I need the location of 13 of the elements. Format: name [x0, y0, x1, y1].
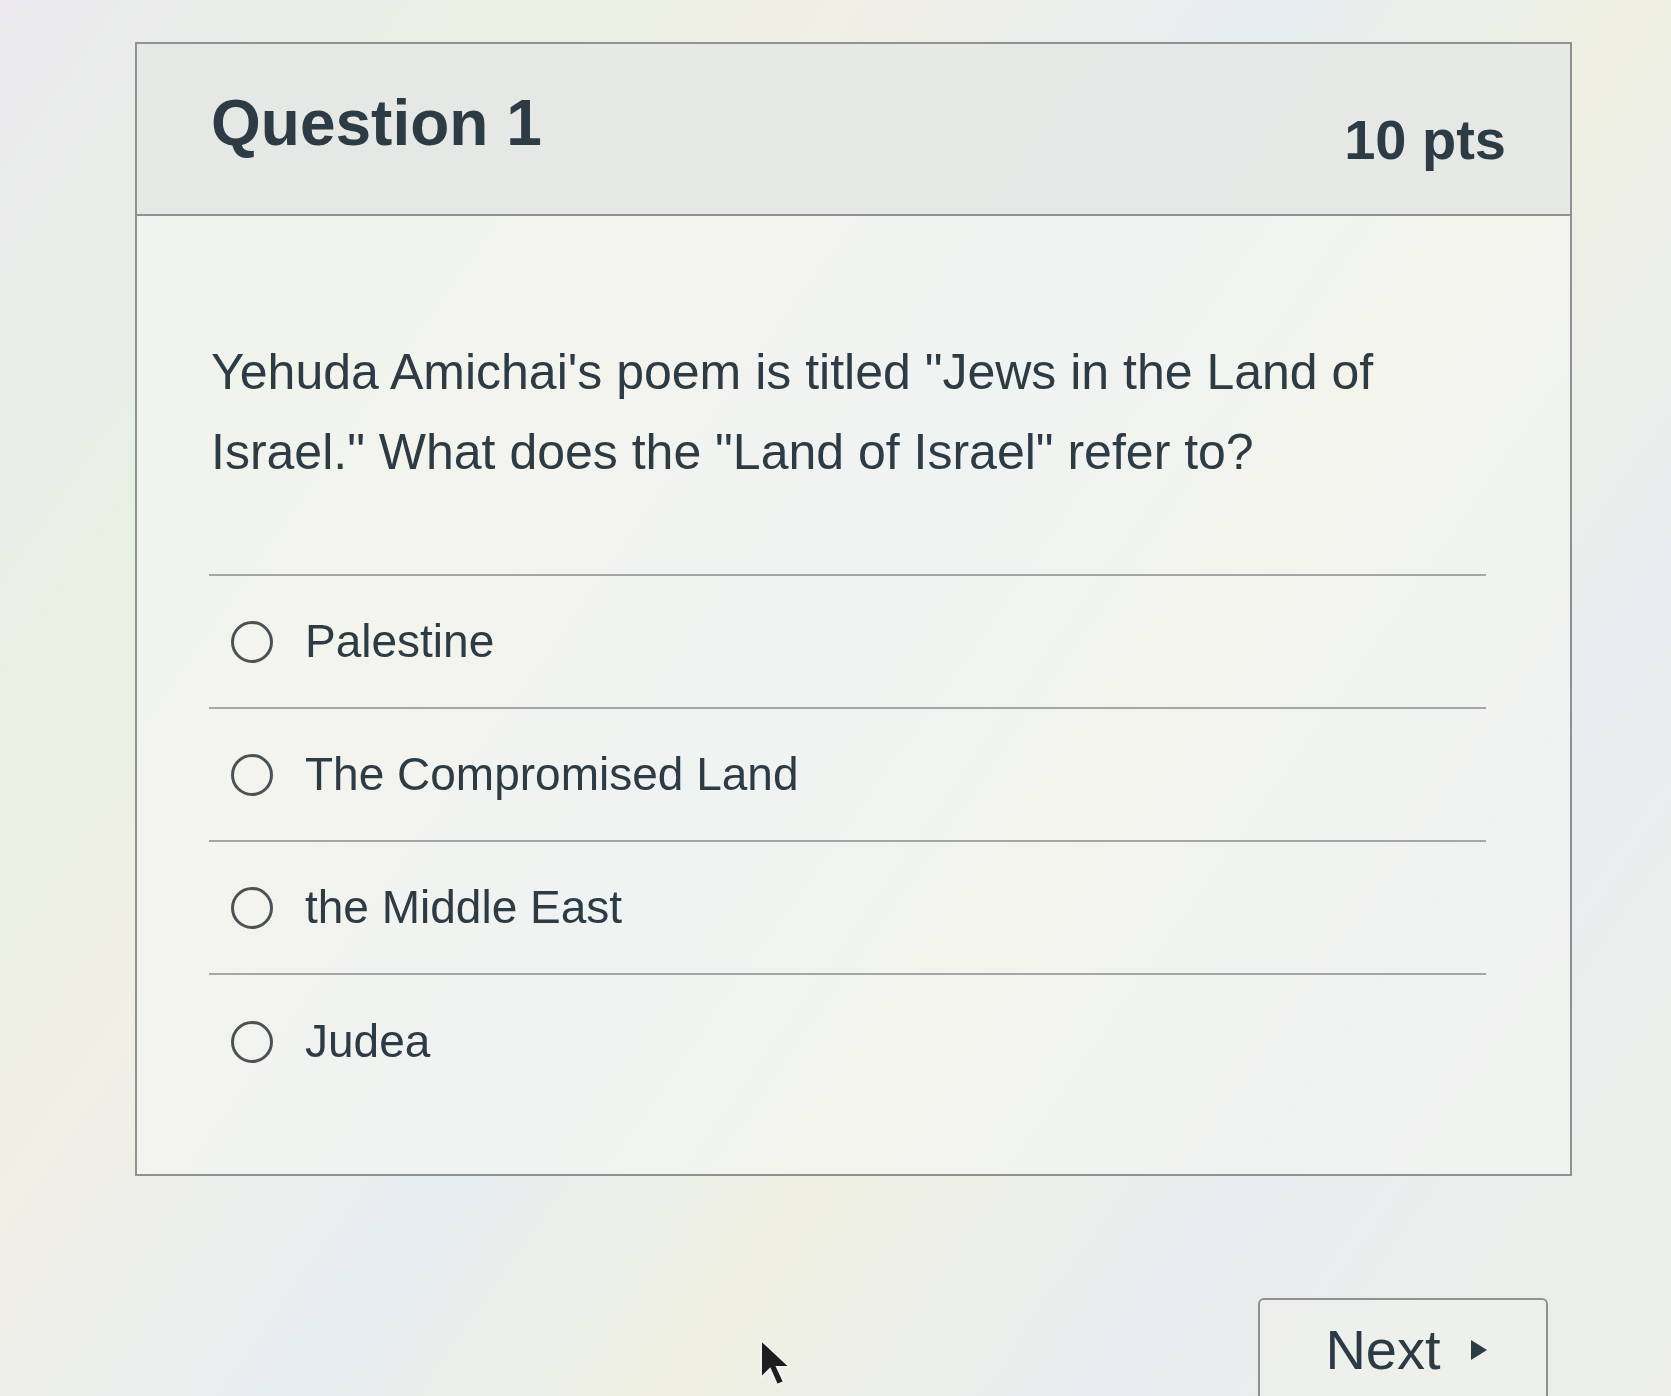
pointer-cursor-icon: [759, 1338, 795, 1388]
question-text: Yehuda Amichai's poem is titled "Jews in the Land of Israel." What does the "Land of Israel" refer to?: [211, 343, 1375, 482]
radio-button[interactable]: [231, 886, 273, 929]
play-triangle-icon: [1470, 1340, 1487, 1360]
answer-label[interactable]: The Compromised Land: [305, 746, 799, 803]
question-title: Question 1: [211, 91, 542, 161]
answer-label[interactable]: Palestine: [305, 613, 495, 670]
radio-button[interactable]: [231, 620, 273, 663]
answer-label[interactable]: Judea: [305, 1013, 431, 1070]
next-button[interactable]: Next: [1258, 1298, 1548, 1396]
answer-label[interactable]: the Middle East: [305, 879, 623, 936]
radio-button[interactable]: [231, 753, 273, 796]
radio-button[interactable]: [231, 1020, 273, 1063]
